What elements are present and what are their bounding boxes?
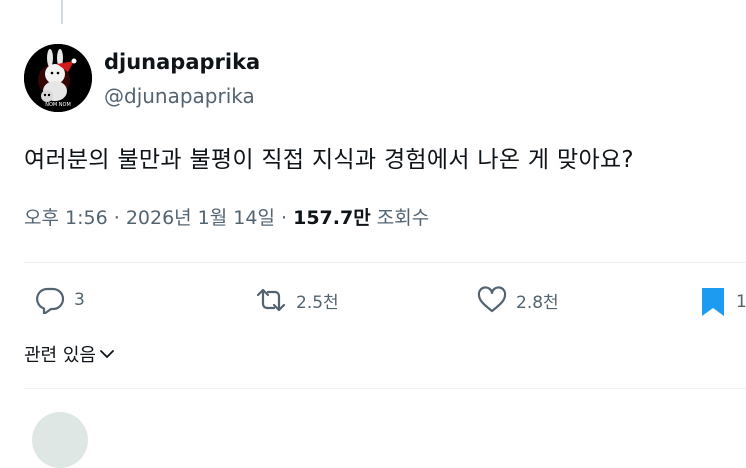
divider xyxy=(24,262,746,263)
bookmark-button[interactable]: 1 xyxy=(700,286,746,318)
like-button[interactable]: 2.8천 xyxy=(476,286,559,314)
retweet-count: 2.5천 xyxy=(296,292,339,313)
related-toggle[interactable]: 관련 있음 xyxy=(24,341,116,367)
avatar[interactable]: NOM NOM xyxy=(24,44,92,112)
previous-more-icon[interactable]: ··· xyxy=(686,0,699,4)
avatar-nom-text: NOM NOM xyxy=(45,102,71,108)
user-handle[interactable]: @djunapaprika xyxy=(104,84,255,108)
reply-button[interactable]: 3 xyxy=(34,286,85,314)
retweet-icon xyxy=(256,288,286,312)
previous-reply-icon[interactable]: ▾ xyxy=(118,0,125,4)
next-reply-avatar[interactable] xyxy=(32,412,88,468)
avatar-image: NOM NOM xyxy=(24,44,92,112)
tweet-metadata: 오후 1:56 · 2026년 1월 14일 · 157.7만 조회수 xyxy=(24,203,429,230)
previous-tweet-action-bar: ▾ ╯ ▾ ··· xyxy=(100,0,720,4)
tweet-date[interactable]: 2026년 1월 14일 xyxy=(126,207,275,229)
meta-separator: · xyxy=(113,207,126,229)
chevron-down-icon xyxy=(100,350,114,358)
previous-retweet-icon[interactable]: ╯ xyxy=(314,0,322,4)
tweet-action-bar: 3 2.5천 2.8천 1 xyxy=(0,278,746,324)
divider xyxy=(24,388,746,389)
thread-connector-line xyxy=(61,0,63,24)
related-label: 관련 있음 xyxy=(24,345,96,366)
tweet-text: 여러분의 불만과 불평이 직접 지식과 경험에서 나온 게 맞아요? xyxy=(24,147,634,173)
retweet-button[interactable]: 2.5천 xyxy=(254,286,339,314)
display-name[interactable]: djunapaprika xyxy=(104,50,260,74)
heart-icon xyxy=(477,286,507,313)
meta-separator: · xyxy=(281,207,294,229)
previous-like-icon[interactable]: ▾ xyxy=(504,0,511,4)
reply-icon xyxy=(36,287,65,314)
bookmark-count: 1 xyxy=(736,292,746,312)
views-count: 157.7만 xyxy=(293,207,371,229)
views-label: 조회수 xyxy=(376,207,430,229)
reply-count: 3 xyxy=(74,290,85,310)
bookmark-icon xyxy=(702,288,724,316)
tweet-time[interactable]: 오후 1:56 xyxy=(24,207,108,229)
like-count: 2.8천 xyxy=(516,292,559,313)
